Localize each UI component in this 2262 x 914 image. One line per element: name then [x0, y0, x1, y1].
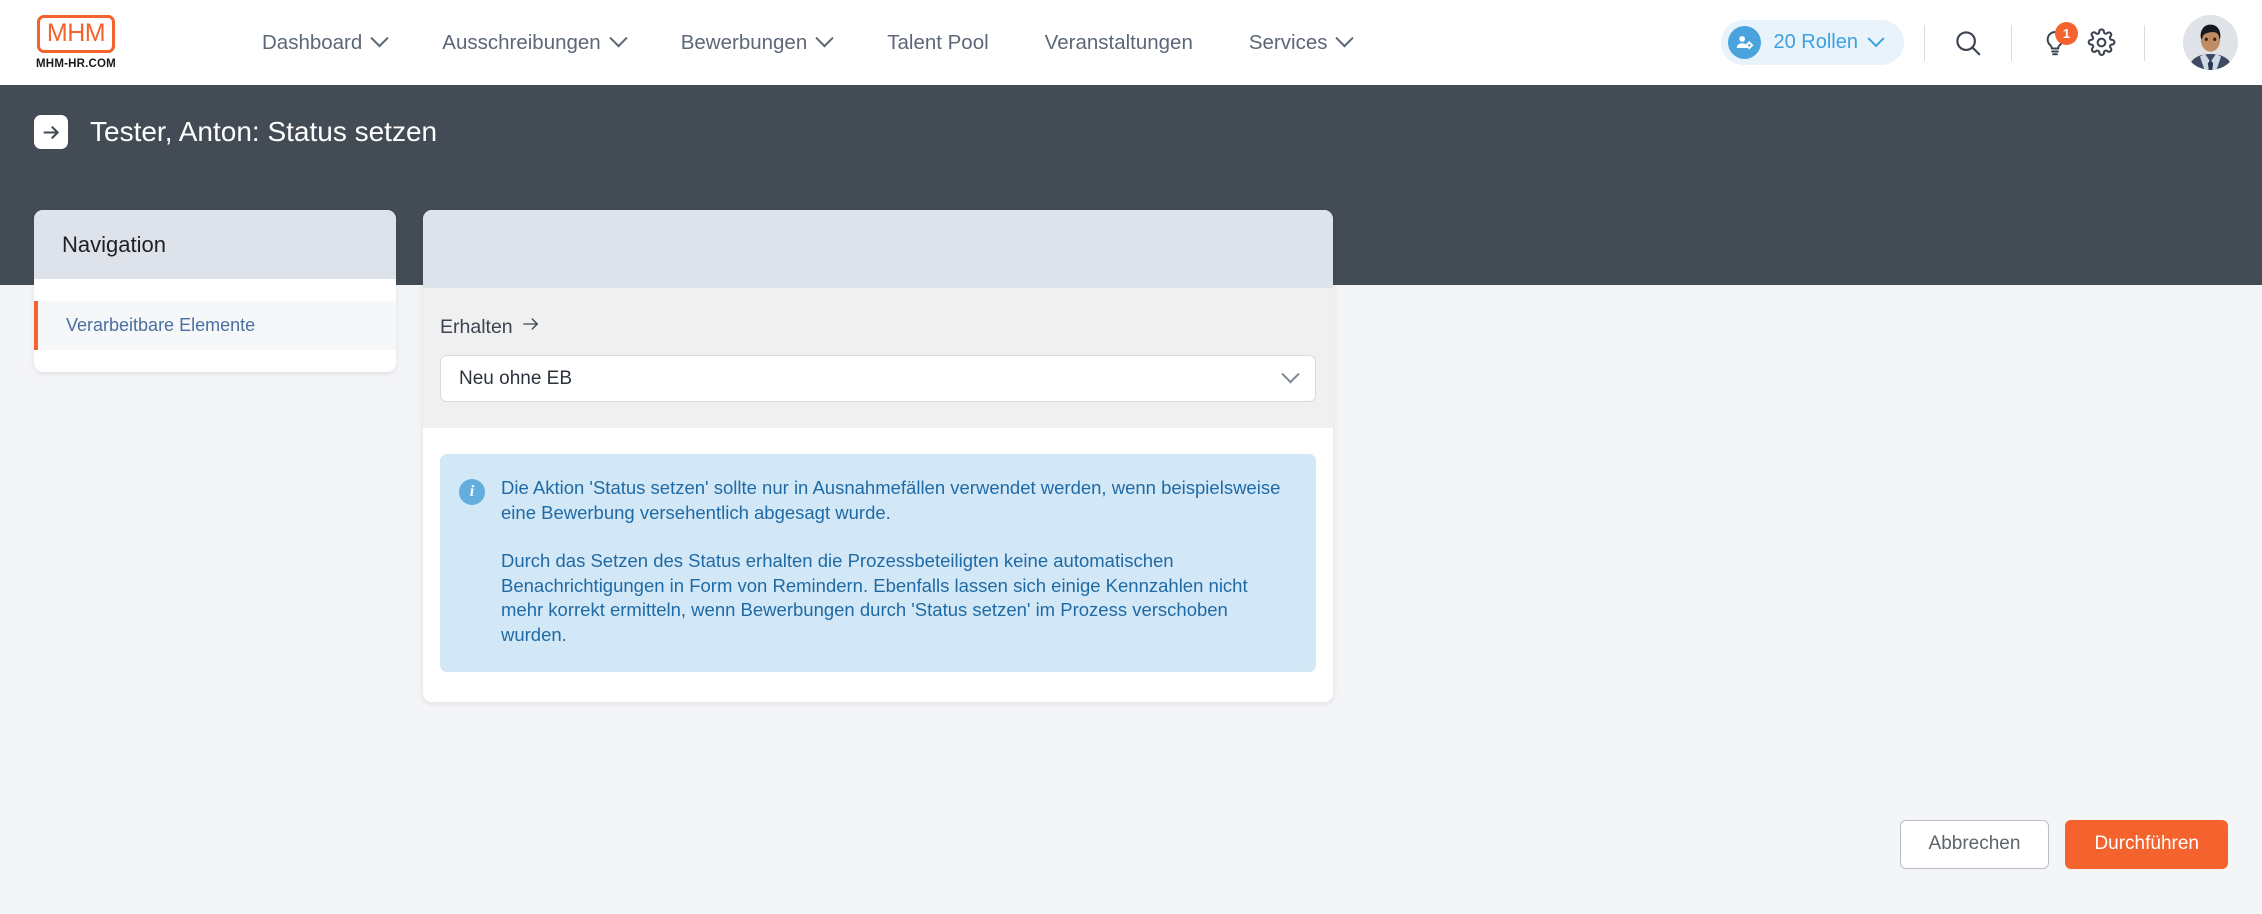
status-form-panel: Erhalten Neu ohne EB i Die Aktion 'Statu…: [423, 210, 1333, 702]
navigation-panel-body: Verarbeitbare Elemente: [34, 279, 396, 372]
info-banner-text: Die Aktion 'Status setzen' sollte nur in…: [501, 476, 1292, 648]
nav-item-label: Services: [1248, 30, 1328, 54]
search-icon[interactable]: [1945, 20, 1991, 66]
chevron-down-icon: [1335, 29, 1355, 48]
status-select-value: Neu ohne EB: [459, 367, 573, 389]
panel-header-strip: [423, 210, 1333, 288]
nav-item-talent-pool[interactable]: Talent Pool: [859, 31, 1016, 55]
roles-label: 20 Rollen: [1773, 31, 1858, 53]
form-actions: Abbrechen Durchführen: [1899, 820, 2228, 869]
top-navigation-bar: MHM MHM-HR.COM Dashboard Ausschreibungen…: [0, 0, 2262, 85]
nav-item-veranstaltungen[interactable]: Veranstaltungen: [1017, 31, 1221, 55]
logo-mark: MHM: [36, 15, 116, 53]
arrow-right-icon: [521, 314, 541, 340]
info-section: i Die Aktion 'Status setzen' sollte nur …: [423, 428, 1333, 702]
info-icon: i: [459, 479, 485, 505]
top-bar-actions: 20 Rollen 1: [1721, 0, 2238, 85]
nav-item-ausschreibungen[interactable]: Ausschreibungen: [414, 29, 652, 55]
nav-item-label: Talent Pool: [887, 30, 989, 54]
page-title: Tester, Anton: Status setzen: [90, 116, 438, 147]
content-columns: Navigation Verarbeitbare Elemente Erhalt…: [34, 210, 2228, 702]
divider: [1924, 24, 1925, 61]
content-area: Navigation Verarbeitbare Elemente Erhalt…: [0, 210, 2262, 914]
arrow-right-icon: [34, 115, 68, 149]
chevron-down-icon: [1281, 365, 1300, 384]
navigation-panel: Navigation Verarbeitbare Elemente: [34, 210, 396, 372]
nav-item-dashboard[interactable]: Dashboard: [234, 29, 414, 55]
info-paragraph: Durch das Setzen des Status erhalten die…: [501, 550, 1248, 645]
divider: [2011, 24, 2012, 61]
user-roles-icon: [1728, 26, 1762, 59]
user-avatar[interactable]: [2183, 15, 2238, 70]
nav-item-label: Veranstaltungen: [1044, 30, 1193, 54]
divider: [2144, 24, 2145, 61]
nav-item-label: Ausschreibungen: [442, 30, 601, 54]
navigation-panel-title: Navigation: [34, 210, 396, 279]
nav-item-services[interactable]: Services: [1221, 29, 1380, 55]
chevron-down-icon: [815, 29, 834, 48]
status-field-label-text: Erhalten: [440, 315, 513, 338]
info-banner: i Die Aktion 'Status setzen' sollte nur …: [440, 454, 1316, 672]
chevron-down-icon: [1867, 29, 1885, 47]
submit-button[interactable]: Durchführen: [2065, 820, 2228, 869]
status-field-label: Erhalten: [440, 314, 1316, 340]
lightbulb-icon[interactable]: 1: [2032, 20, 2078, 66]
logo[interactable]: MHM MHM-HR.COM: [30, 15, 122, 70]
roles-selector[interactable]: 20 Rollen: [1721, 20, 1904, 65]
logo-subtitle: MHM-HR.COM: [36, 58, 116, 70]
sidebar-item-verarbeitbare-elemente[interactable]: Verarbeitbare Elemente: [34, 301, 396, 350]
chevron-down-icon: [370, 29, 389, 48]
chevron-down-icon: [609, 29, 628, 48]
info-paragraph: Die Aktion 'Status setzen' sollte nur in…: [501, 477, 1281, 523]
status-field-section: Erhalten Neu ohne EB: [423, 288, 1333, 428]
page-header: Tester, Anton: Status setzen: [34, 115, 2262, 149]
gear-icon[interactable]: [2078, 20, 2124, 66]
nav-item-label: Bewerbungen: [680, 30, 808, 54]
main-menu: Dashboard Ausschreibungen Bewerbungen Ta…: [234, 29, 1380, 55]
nav-item-label: Dashboard: [262, 30, 363, 54]
cancel-button[interactable]: Abbrechen: [1899, 820, 2050, 869]
status-select[interactable]: Neu ohne EB: [440, 355, 1316, 402]
notification-badge: 1: [2055, 21, 2078, 45]
nav-item-bewerbungen[interactable]: Bewerbungen: [653, 29, 860, 55]
